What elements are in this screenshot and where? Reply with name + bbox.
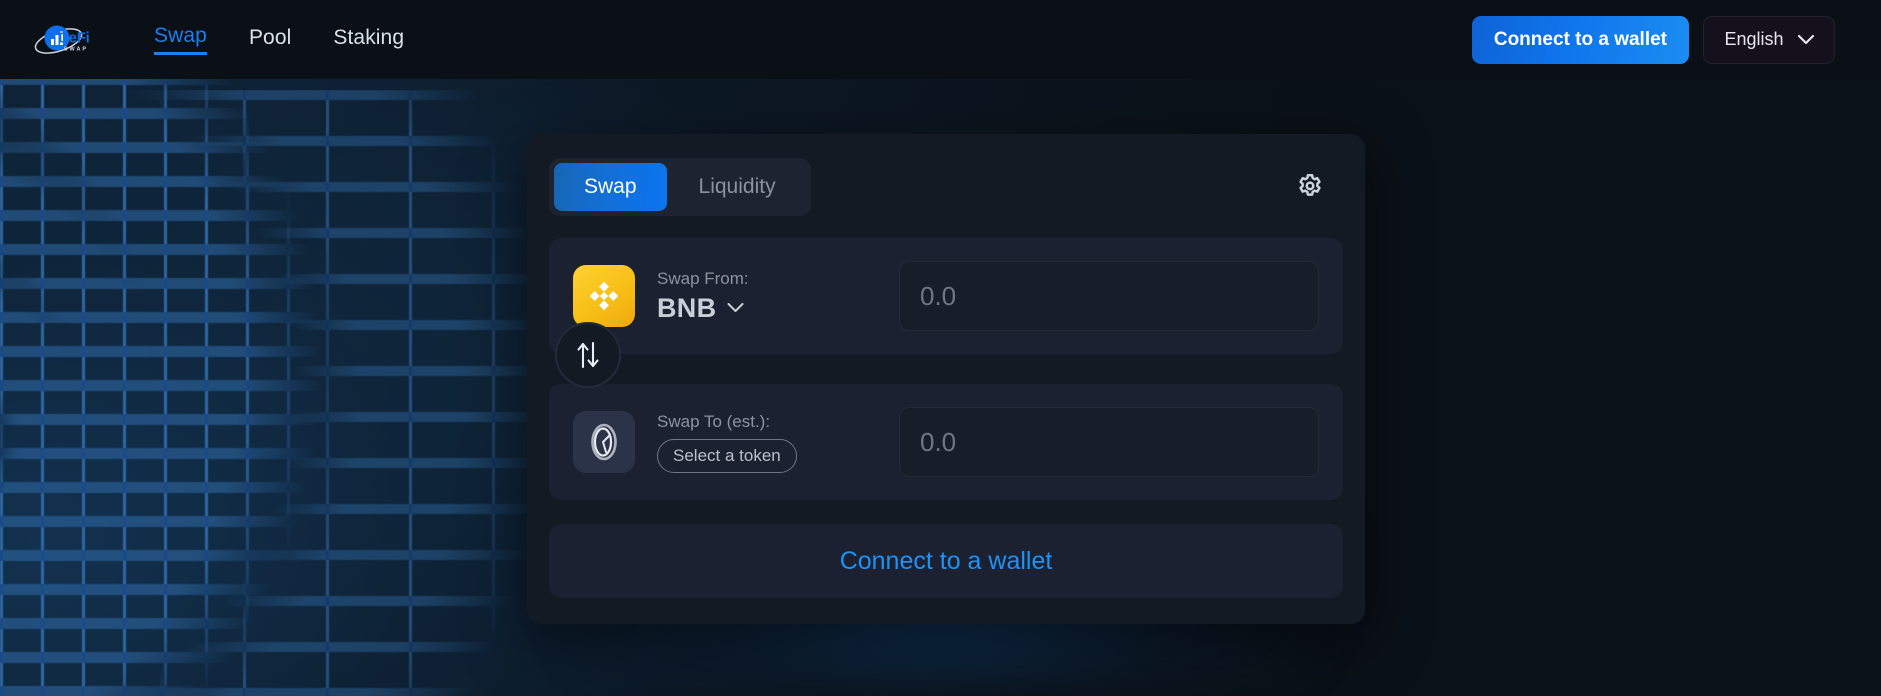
language-selector-value: English [1724,29,1784,49]
swap-card: Swap Liquidity Swap From: BNB 0.0 Swap T… [527,134,1365,624]
top-navigation-bar: DeFi SWAP Swap Pool Staking Connect to a… [0,0,1881,79]
to-label: Swap To (est.): [657,411,771,431]
bnb-icon [589,281,619,311]
language-selector[interactable]: English [1703,15,1835,64]
nav-item-swap[interactable]: Swap [154,24,207,55]
main-nav: Swap Pool Staking [154,24,404,55]
svg-text:SWAP: SWAP [64,46,88,52]
tab-liquidity[interactable]: Liquidity [669,163,806,211]
chevron-down-icon [1797,34,1814,44]
from-label: Swap From: [657,268,749,288]
to-token-icon-button[interactable] [573,411,635,473]
nav-item-pool[interactable]: Pool [249,26,291,54]
card-tabs: Swap Liquidity [549,158,811,216]
svg-text:DeFi: DeFi [58,30,89,46]
from-token-meta: Swap From: BNB [657,269,869,324]
header-actions: Connect to a wallet English [1471,15,1835,64]
brand-logo-link[interactable]: DeFi SWAP [32,19,108,61]
swap-card-container: Swap Liquidity Swap From: BNB 0.0 Swap T… [493,134,1399,678]
to-token-meta: Swap To (est.): Select a token [657,412,869,473]
from-amount-input[interactable] [899,261,1319,331]
tab-swap[interactable]: Swap [554,163,667,211]
from-token-symbol: BNB [657,292,717,323]
chevron-down-icon [727,303,744,312]
swap-direction-row [549,322,1343,388]
connect-wallet-button[interactable]: Connect to a wallet [1471,15,1689,64]
from-token-selector[interactable]: BNB [657,293,869,324]
to-amount-input[interactable] [899,407,1319,477]
swap-direction-icon [577,341,599,369]
swap-from-panel: Swap From: BNB [549,238,1343,354]
from-token-icon-button[interactable] [573,265,635,327]
page-root: DeFi SWAP Swap Pool Staking Connect to a… [0,0,1881,696]
gear-icon [1299,174,1321,196]
defi-swap-logo-icon: DeFi SWAP [34,25,90,54]
nav-item-staking[interactable]: Staking [333,26,404,54]
card-connect-wallet-button[interactable]: Connect to a wallet [549,524,1343,598]
generic-token-icon [591,423,617,461]
select-a-token-button[interactable]: Select a token [657,438,797,473]
swap-to-panel: Swap To (est.): Select a token [549,384,1343,500]
card-header: Swap Liquidity [549,158,1343,216]
swap-direction-button[interactable] [555,322,621,388]
settings-button[interactable] [1289,166,1331,208]
